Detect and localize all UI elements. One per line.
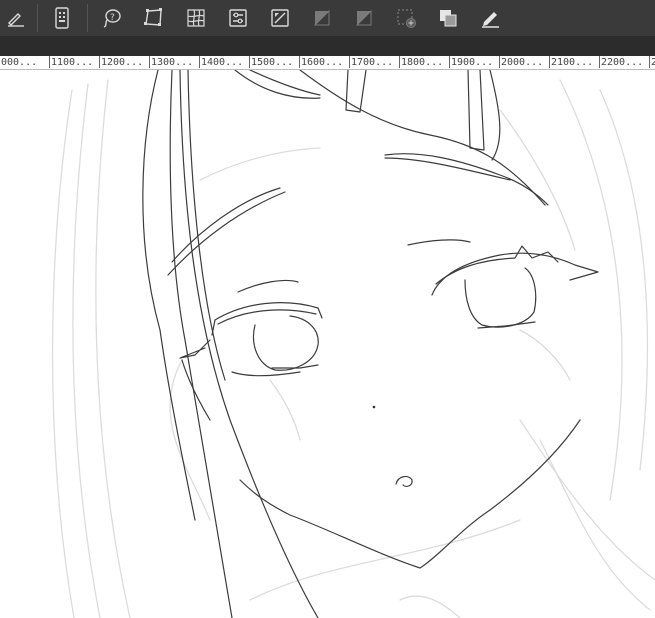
layer-settings-icon xyxy=(229,9,247,27)
ruler-label: 2200... xyxy=(601,57,644,68)
pen-edit-button[interactable] xyxy=(478,6,502,30)
fill-right-button[interactable] xyxy=(352,6,376,30)
ruler-tick xyxy=(249,56,250,68)
horizontal-ruler[interactable]: 000... 1100... 1200... 1300... 1400... 1500..… xyxy=(0,56,655,70)
paint-app: ? 000... 1100... 1200... 1300... 1400...… xyxy=(0,0,655,618)
add-selection-icon xyxy=(397,9,416,28)
pen-settings-button[interactable] xyxy=(4,6,28,30)
device-panel-icon xyxy=(55,7,69,29)
ruler-label: 1600... xyxy=(301,57,344,68)
command-bar: ? xyxy=(0,0,655,37)
ruler-label: 000... xyxy=(1,57,38,68)
ruler-tick xyxy=(99,56,100,68)
mesh-transform-icon xyxy=(187,9,205,27)
svg-text:?: ? xyxy=(110,13,115,23)
lasso-select-button[interactable]: ? xyxy=(100,6,124,30)
ruler-label: 2000... xyxy=(501,57,544,68)
add-selection-button[interactable] xyxy=(394,6,418,30)
layer-copy-button[interactable] xyxy=(436,6,460,30)
nose-dot xyxy=(372,405,376,409)
ruler-label: 1800... xyxy=(401,57,444,68)
fill-left-icon xyxy=(313,9,330,26)
ruler-tick xyxy=(599,56,600,68)
sketch-artwork xyxy=(51,70,655,618)
drawing-canvas[interactable] xyxy=(0,70,655,618)
rough-sketch-lines xyxy=(51,79,655,618)
ruler-tick xyxy=(349,56,350,68)
fill-left-button[interactable] xyxy=(310,6,334,30)
gradient-button[interactable] xyxy=(268,6,292,30)
free-transform-icon xyxy=(144,8,162,26)
ruler-tick xyxy=(549,56,550,68)
ruler-tick xyxy=(449,56,450,68)
gradient-icon xyxy=(271,9,289,27)
layer-copy-icon xyxy=(440,10,457,27)
ruler-label: 23 xyxy=(651,56,655,69)
fill-right-icon xyxy=(355,9,372,26)
ruler-tick xyxy=(149,56,150,68)
ruler-label: 1100... xyxy=(51,57,94,68)
ruler-label: 1500... xyxy=(251,57,294,68)
ruler-tick xyxy=(49,56,50,68)
device-panel-button[interactable] xyxy=(50,6,74,30)
toolbar-separator xyxy=(37,4,38,32)
ruler-label: 2100... xyxy=(551,57,594,68)
ruler-label: 1900... xyxy=(451,57,494,68)
lasso-select-icon: ? xyxy=(103,9,121,28)
ruler-tick xyxy=(499,56,500,68)
ruler-label: 1700... xyxy=(351,57,394,68)
ruler-tick xyxy=(299,56,300,68)
ruler-label: 1400... xyxy=(201,57,244,68)
ruler-tick xyxy=(199,56,200,68)
ruler-label: 1300... xyxy=(151,57,194,68)
mesh-transform-button[interactable] xyxy=(184,6,208,30)
toolbar-subbar xyxy=(0,37,655,56)
ruler-tick xyxy=(649,56,650,68)
pen-settings-icon xyxy=(8,13,24,27)
ruler-tick xyxy=(399,56,400,68)
pen-edit-icon xyxy=(482,12,499,28)
toolbar-separator xyxy=(87,4,88,32)
free-transform-button[interactable] xyxy=(142,6,166,30)
layer-settings-button[interactable] xyxy=(226,6,250,30)
ruler-label: 1200... xyxy=(101,57,144,68)
